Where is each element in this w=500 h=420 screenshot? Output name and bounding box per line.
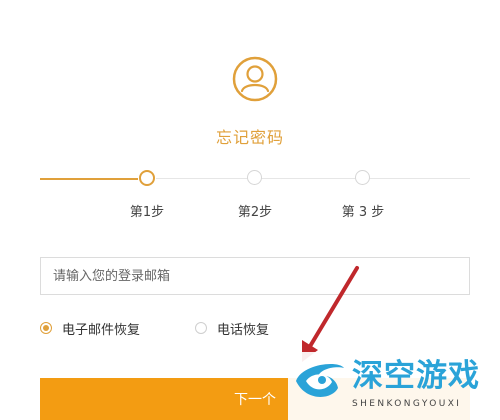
watermark-subtext: SHENKONGYOUXI: [352, 399, 462, 409]
progress-stepper: 第1步 第2步 第 3 步: [0, 0, 500, 230]
phone-recovery-option[interactable]: 电话恢复: [195, 319, 270, 338]
stepper-track-remaining: [156, 178, 470, 179]
step-3-dot: [355, 170, 370, 185]
email-input[interactable]: [40, 257, 470, 295]
stepper-track-completed: [40, 178, 138, 180]
email-recovery-option[interactable]: 电子邮件恢复: [40, 319, 141, 338]
phone-recovery-label: 电话恢复: [217, 322, 270, 338]
email-recovery-label: 电子邮件恢复: [62, 322, 141, 338]
phone-recovery-radio[interactable]: [195, 322, 207, 334]
step-2-dot: [247, 170, 262, 185]
watermark-logo-icon: [296, 364, 344, 397]
watermark: 深空游戏 SHENKONGYOUXI: [288, 352, 500, 420]
step-1-label: 第1步: [129, 205, 165, 220]
step-2-label: 第2步: [237, 205, 273, 220]
watermark-text: 深空游戏: [352, 358, 480, 394]
step-1-dot: [139, 170, 155, 186]
email-recovery-radio[interactable]: [40, 322, 52, 334]
step-3-label: 第 3 步: [341, 205, 385, 220]
